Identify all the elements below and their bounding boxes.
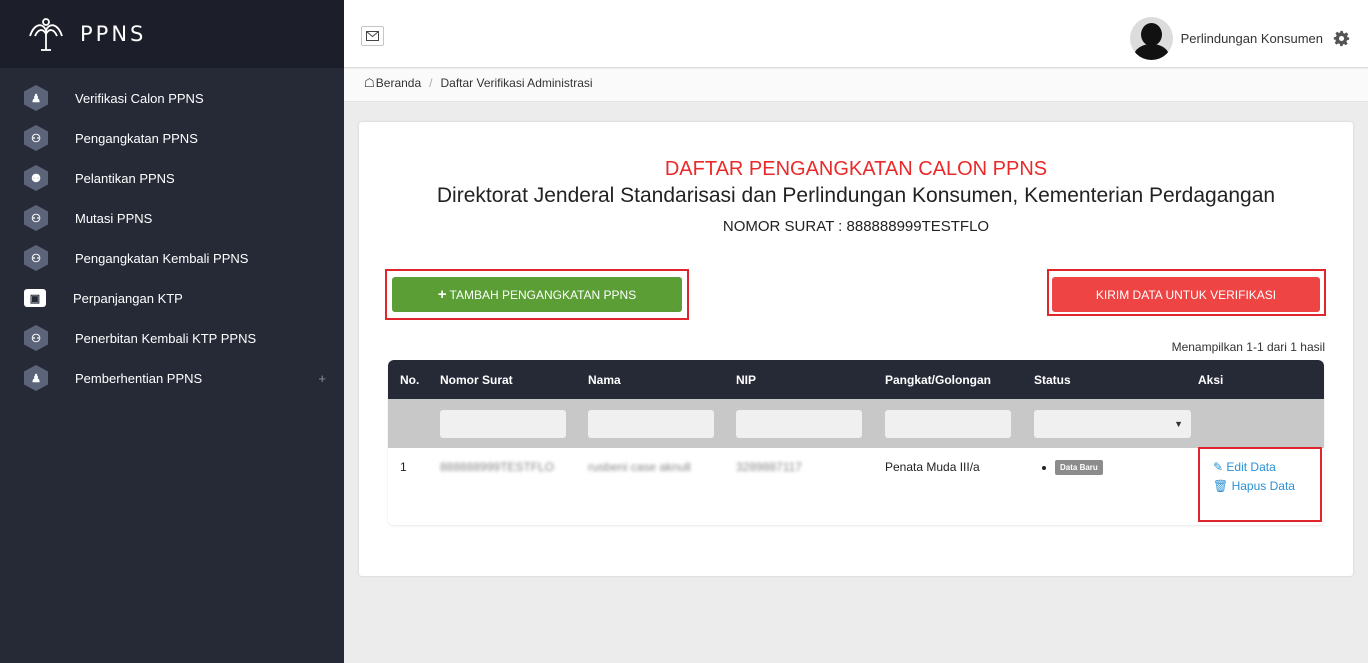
sidebar-item-pengangkatan[interactable]: ⚇ Pengangkatan PPNS: [0, 118, 344, 158]
page-subtitle: Direktorat Jenderal Standarisasi dan Per…: [436, 184, 1276, 207]
sidebar-item-label: Perpanjangan KTP: [73, 290, 183, 306]
user-check-icon: ♟: [24, 85, 48, 111]
cell-nama: rusbeni case aknull: [588, 460, 691, 474]
user-name[interactable]: Perlindungan Konsumen: [1181, 31, 1323, 46]
bullet-icon: [1042, 465, 1046, 470]
col-header-aksi: Aksi: [1198, 373, 1224, 387]
add-button-label: TAMBAH PENGANGKATAN PPNS: [449, 287, 637, 302]
chevron-down-icon: ▼: [1174, 419, 1183, 429]
table-header: No. Nomor Surat Nama NIP Pangkat/Golonga…: [388, 360, 1324, 399]
breadcrumb-separator: /: [429, 76, 433, 90]
col-header-nip: NIP: [736, 373, 757, 387]
envelope-icon: [366, 31, 379, 41]
filter-pangkat[interactable]: [885, 410, 1011, 438]
cell-status: Data Baru: [1042, 460, 1103, 476]
col-header-nomor-surat: Nomor Surat: [440, 373, 513, 387]
col-header-status: Status: [1034, 373, 1071, 387]
breadcrumb-current: Daftar Verifikasi Administrasi: [440, 76, 593, 90]
users-icon: ⚇: [24, 325, 48, 351]
user-check-icon: ♟: [24, 365, 48, 391]
sidebar-item-label: Pengangkatan Kembali PPNS: [75, 250, 249, 266]
sidebar-item-label: Pemberhentian PPNS: [75, 370, 203, 386]
add-pengangkatan-button[interactable]: + TAMBAH PENGANGKATAN PPNS: [392, 277, 682, 312]
cell-pangkat: Penata Muda III/a: [885, 460, 980, 474]
top-bar: Perlindungan Konsumen: [344, 0, 1368, 68]
breadcrumb: ☖ Beranda / Daftar Verifikasi Administra…: [364, 76, 593, 90]
send-button-label: KIRIM DATA UNTUK VERIFIKASI: [1095, 287, 1277, 302]
table-row: 1 888888999TESTFLO rusbeni case aknull 3…: [388, 448, 1324, 525]
users-icon: ⚇: [24, 205, 48, 231]
sidebar-menu: ♟ Verifikasi Calon PPNS ⚇ Pengangkatan P…: [0, 68, 344, 398]
id-card-icon: ▣: [24, 289, 46, 307]
expand-icon[interactable]: +: [318, 371, 326, 386]
highlight-box-actions: [1198, 447, 1322, 522]
filter-row: ▼: [388, 399, 1324, 448]
users-icon: ⚇: [24, 125, 48, 151]
col-header-nama: Nama: [588, 373, 621, 387]
user-menu[interactable]: Perlindungan Konsumen: [1129, 17, 1350, 60]
sidebar-item-mutasi[interactable]: ⚇ Mutasi PPNS: [0, 198, 344, 238]
cell-nip: 3289887117: [736, 460, 802, 474]
plus-icon: +: [437, 286, 447, 303]
sidebar-item-label: Verifikasi Calon PPNS: [75, 90, 204, 106]
brand-name: PPNS: [80, 22, 147, 46]
sidebar-item-pengangkatan-kembali[interactable]: ⚇ Pengangkatan Kembali PPNS: [0, 238, 344, 278]
home-icon[interactable]: ☖: [364, 76, 375, 90]
logo-icon: [29, 18, 63, 51]
page-title: DAFTAR PENGANGKATAN CALON PPNS: [664, 158, 1048, 180]
avatar[interactable]: [1129, 17, 1173, 60]
filter-nomor-surat[interactable]: [440, 410, 566, 438]
status-badge: Data Baru: [1055, 460, 1103, 476]
sidebar-item-pemberhentian[interactable]: ♟ Pemberhentian PPNS +: [0, 358, 344, 398]
sidebar-item-label: Mutasi PPNS: [75, 210, 153, 226]
cell-nomor-surat: 888888999TESTFLO: [440, 460, 555, 474]
cell-no: 1: [400, 460, 407, 474]
users-icon: ⚇: [24, 245, 48, 271]
col-header-no: No.: [400, 373, 420, 387]
main-card: DAFTAR PENGANGKATAN CALON PPNS Direktora…: [359, 122, 1353, 576]
sidebar-item-label: Pelantikan PPNS: [75, 170, 175, 186]
filter-status-select[interactable]: ▼: [1034, 410, 1191, 438]
col-header-pangkat: Pangkat/Golongan: [885, 373, 992, 387]
sidebar-item-pelantikan[interactable]: ⚉ Pelantikan PPNS: [0, 158, 344, 198]
sidebar-item-penerbitan-kembali[interactable]: ⚇ Penerbitan Kembali KTP PPNS: [0, 318, 344, 358]
send-verification-button[interactable]: KIRIM DATA UNTUK VERIFIKASI: [1052, 277, 1320, 312]
sidebar-item-verifikasi-calon[interactable]: ♟ Verifikasi Calon PPNS: [0, 78, 344, 118]
group-icon: ⚉: [24, 165, 48, 191]
filter-nama[interactable]: [588, 410, 714, 438]
result-summary: Menampilkan 1-1 dari 1 hasil: [1171, 340, 1325, 354]
mail-button[interactable]: [361, 26, 384, 46]
nomor-surat: NOMOR SURAT : 888888999TESTFLO: [722, 218, 990, 235]
sidebar: PPNS ♟ Verifikasi Calon PPNS ⚇ Pengangka…: [0, 0, 344, 663]
sidebar-item-perpanjangan-ktp[interactable]: ▣ Perpanjangan KTP: [0, 278, 344, 318]
brand[interactable]: PPNS: [0, 0, 344, 68]
gear-icon[interactable]: [1333, 30, 1350, 47]
breadcrumb-home[interactable]: Beranda: [376, 76, 421, 90]
sidebar-item-label: Pengangkatan PPNS: [75, 130, 198, 146]
filter-nip[interactable]: [736, 410, 862, 438]
data-table: No. Nomor Surat Nama NIP Pangkat/Golonga…: [388, 360, 1324, 525]
sidebar-item-label: Penerbitan Kembali KTP PPNS: [75, 330, 257, 346]
